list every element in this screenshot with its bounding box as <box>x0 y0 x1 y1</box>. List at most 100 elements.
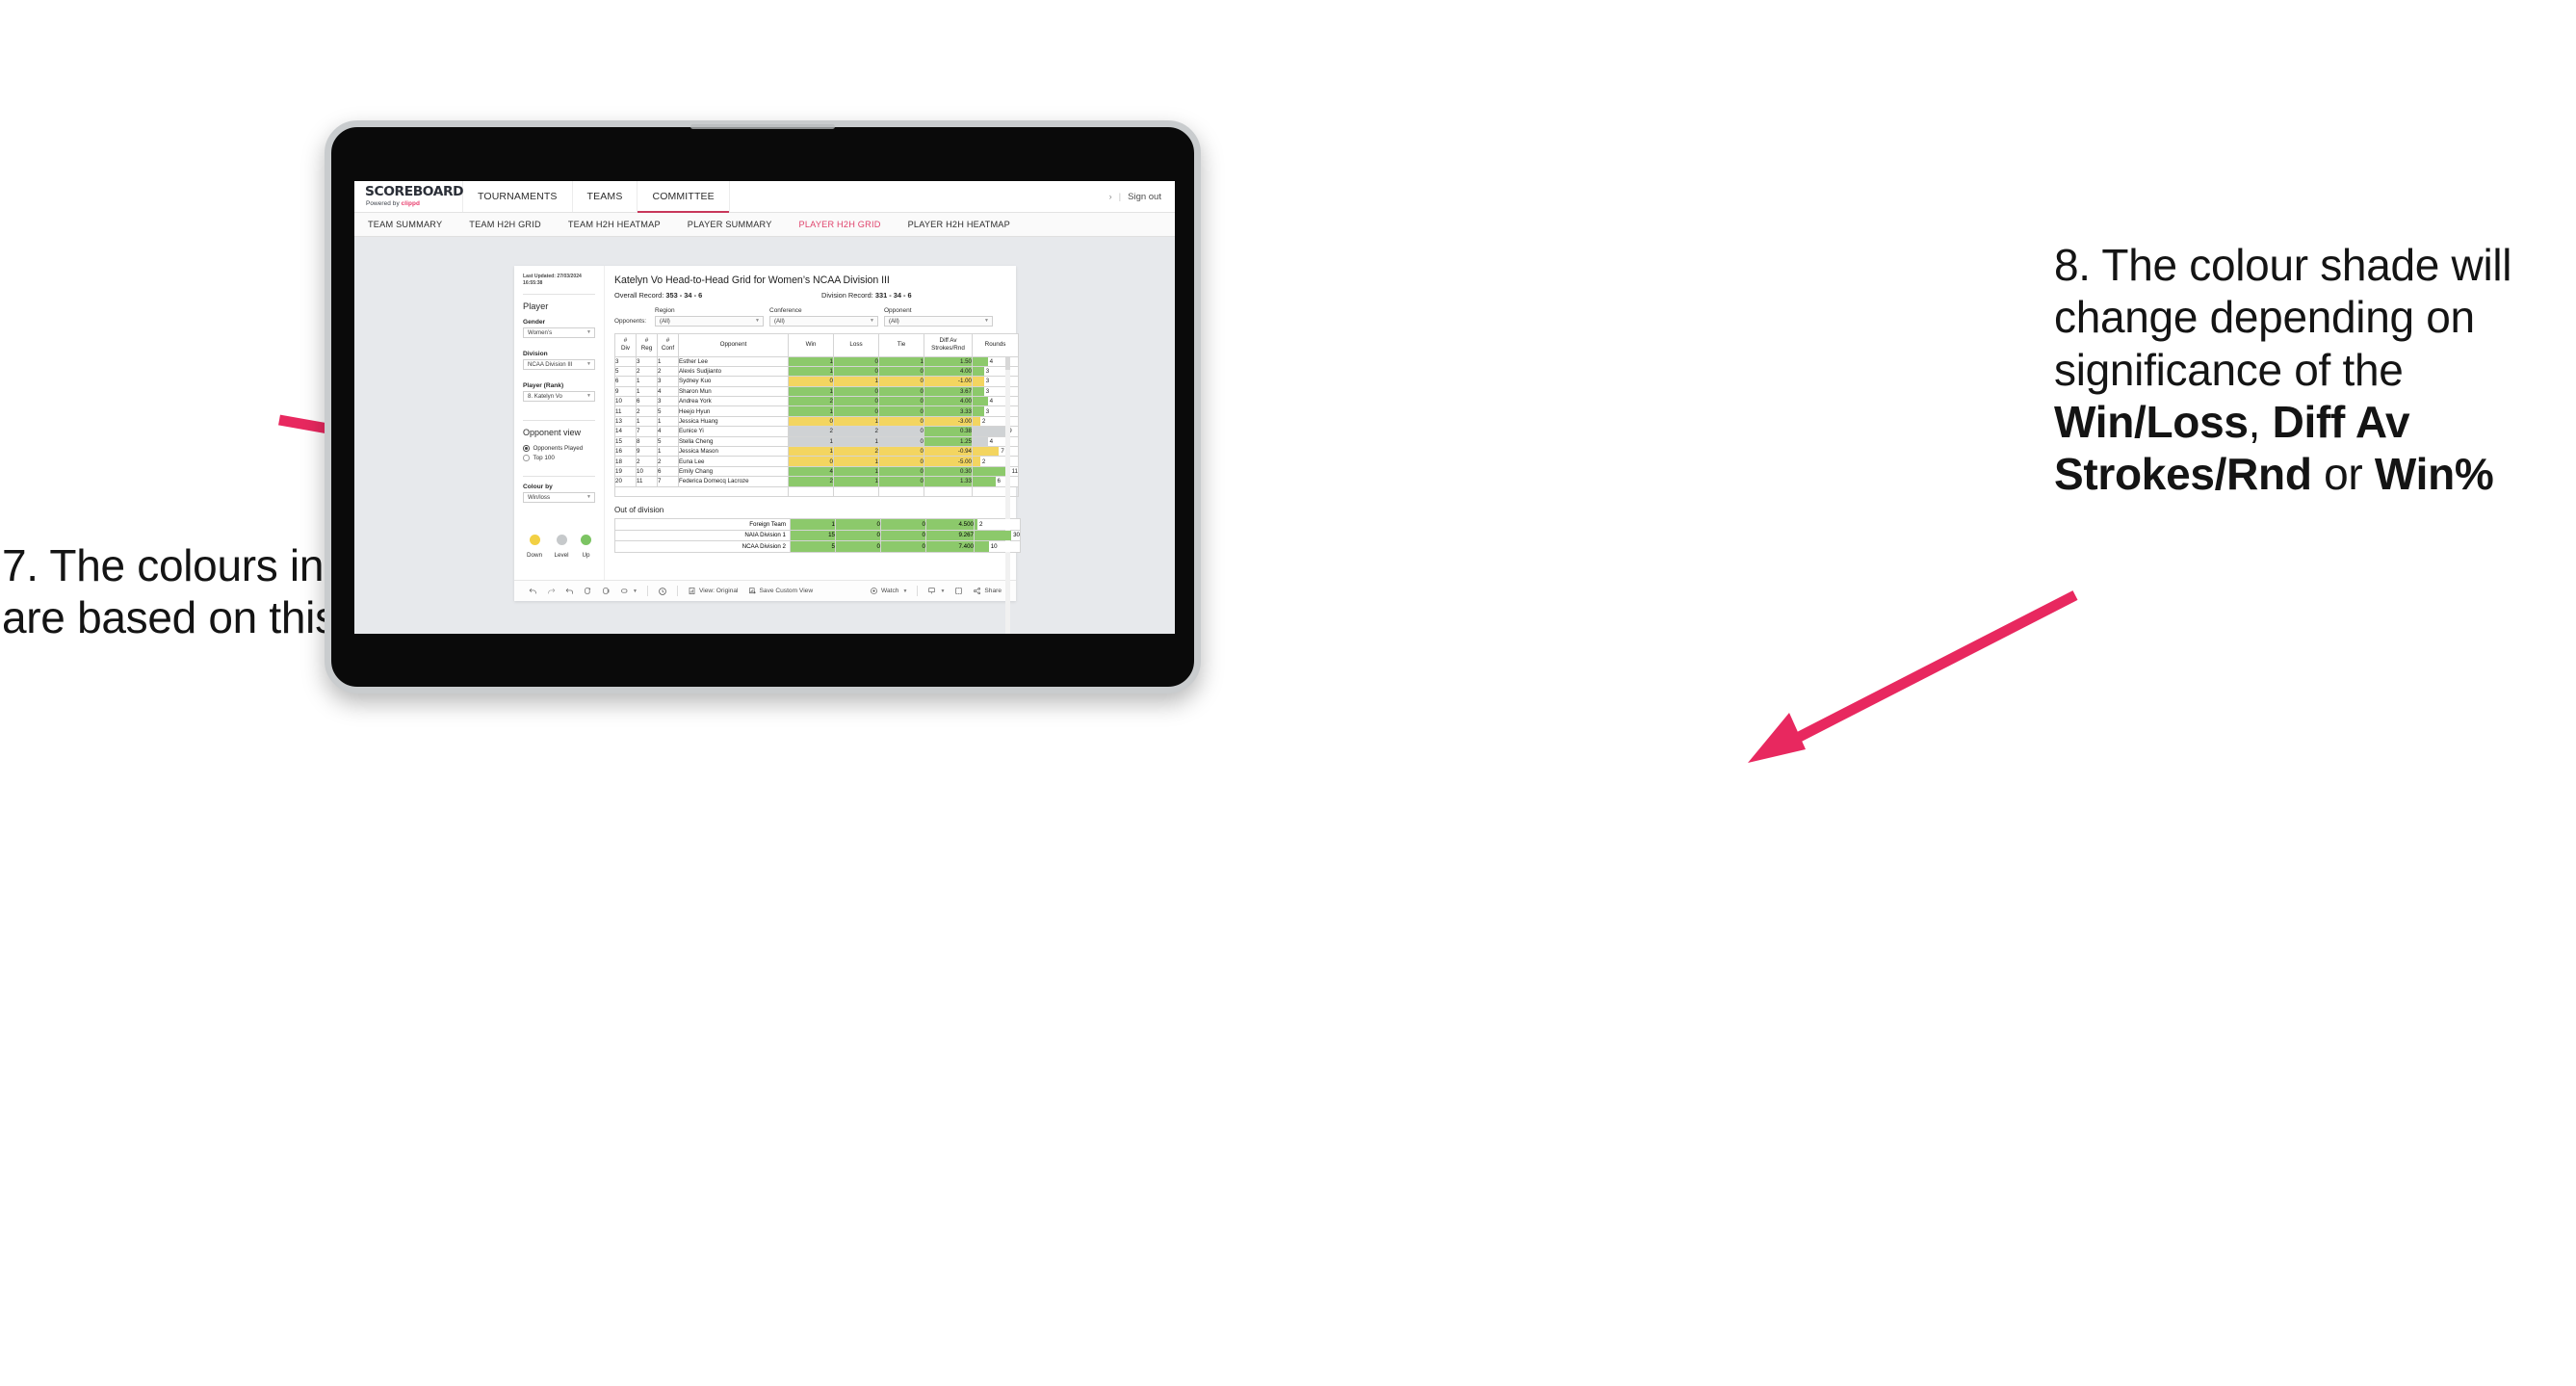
cell-reg: 1 <box>636 376 658 387</box>
watch-button[interactable]: Watch ▼ <box>865 587 912 595</box>
fullscreen-button[interactable] <box>950 587 968 595</box>
col-reg[interactable]: # Reg <box>636 332 658 357</box>
share-button[interactable]: Share <box>968 587 1006 595</box>
table-row[interactable]: 3 3 1 Esther Lee 1 0 1 1.50 4 <box>614 355 1019 367</box>
chevron-down-icon: ▼ <box>586 494 591 501</box>
table-row[interactable]: NAIA Division 1 15 0 0 9.267 30 <box>614 529 1021 542</box>
refresh-button[interactable] <box>579 587 597 595</box>
opponent-filters: Opponents: Region (All) ▼ Conference (Al… <box>614 307 1006 327</box>
col-conf-l2: Conf <box>661 345 675 352</box>
secondary-nav: TEAM SUMMARY TEAM H2H GRID TEAM H2H HEAT… <box>354 213 1175 237</box>
col-conf[interactable]: # Conf <box>657 332 679 357</box>
region-select[interactable]: (All) ▼ <box>655 316 764 327</box>
col-opponent[interactable]: Opponent <box>678 332 789 357</box>
cell-diff: 3.33 <box>924 405 973 417</box>
chevron-down-icon: ▼ <box>984 318 989 325</box>
opponents-label: Opponents: <box>614 318 647 325</box>
table-row[interactable]: NCAA Division 2 5 0 0 7.400 10 <box>614 540 1021 553</box>
cell-loss: 0 <box>833 396 879 407</box>
table-row[interactable]: 19 10 6 Emily Chang 4 1 0 0.30 11 <box>614 465 1019 478</box>
table-row[interactable]: 18 2 2 Euna Lee 0 1 0 -5.00 2 <box>614 456 1019 467</box>
share-label: Share <box>984 588 1002 594</box>
cell-opponent: Heejo Hyun <box>678 405 789 417</box>
col-win[interactable]: Win <box>788 332 834 357</box>
table-row[interactable]: 6 1 3 Sydney Kuo 0 1 0 -1.00 3 <box>614 376 1019 387</box>
cell-win: 1 <box>788 365 834 378</box>
rounds-bar-fill <box>973 457 980 466</box>
nav-committee[interactable]: COMMITTEE <box>637 181 730 213</box>
cell-loss: 1 <box>833 456 879 467</box>
rounds-bar: 3 <box>973 406 1018 416</box>
col-loss[interactable]: Loss <box>833 332 879 357</box>
cell-conf: 1 <box>657 445 679 458</box>
h2h-grid-wrap: # Div # Reg # Conf Opponent Win Loss Tie Di… <box>614 332 1019 634</box>
table-row[interactable]: 9 1 4 Sharon Mun 1 0 0 3.67 3 <box>614 385 1019 398</box>
rounds-bar-fill <box>973 377 984 386</box>
chevron-down-icon: ▼ <box>586 393 591 400</box>
table-row[interactable]: 11 2 5 Heejo Hyun 1 0 0 3.33 3 <box>614 405 1019 417</box>
col-diff-av-strokes[interactable]: Diff Av Strokes/Rnd <box>924 332 973 357</box>
player-rank-select[interactable]: 8. Katelyn Vo ▼ <box>523 390 595 402</box>
cell-opponent: Euna Lee <box>678 456 789 467</box>
col-div[interactable]: # Div <box>614 332 637 357</box>
table-row[interactable]: 20 11 7 Federica Domecq Lacroze 2 1 0 1.33 6 <box>614 476 1019 487</box>
cell-opponent: Federica Domecq Lacroze <box>678 476 789 487</box>
cell-div: 19 <box>614 465 637 478</box>
table-row[interactable]: 10 6 3 Andrea York 2 0 0 4.00 4 <box>614 396 1019 407</box>
redo-button[interactable] <box>542 587 560 595</box>
subnav-team-h2h-grid[interactable]: TEAM H2H GRID <box>469 220 555 229</box>
grid-scrollbar-thumb[interactable] <box>1005 356 1010 370</box>
radio-top-100[interactable]: Top 100 <box>523 455 595 461</box>
brand-logo[interactable]: SCOREBOARD Powered by clippd <box>354 181 464 212</box>
sign-out-link[interactable]: Sign out <box>1128 192 1161 202</box>
device-layout-button[interactable]: ▼ <box>923 587 950 595</box>
cell-diff: 0.30 <box>924 465 973 478</box>
subnav-player-h2h-grid[interactable]: PLAYER H2H GRID <box>799 220 895 229</box>
table-row[interactable]: Foreign Team 1 0 0 4.500 2 <box>614 517 1021 531</box>
division-select[interactable]: NCAA Division III ▼ <box>523 358 595 370</box>
subnav-team-summary[interactable]: TEAM SUMMARY <box>368 220 455 229</box>
grid-scrollbar[interactable] <box>1005 356 1010 634</box>
cell-opponent: Sydney Kuo <box>678 376 789 387</box>
share-icon <box>974 587 981 595</box>
rounds-value: 3 <box>985 368 990 376</box>
pause-button[interactable] <box>597 587 615 595</box>
cell-win: 0 <box>788 456 834 467</box>
table-row[interactable]: 13 1 1 Jessica Huang 0 1 0 -3.00 2 <box>614 415 1019 428</box>
undo-button[interactable] <box>524 587 542 595</box>
revert-button[interactable] <box>560 587 579 595</box>
rounds-bar: 2 <box>973 416 1018 427</box>
cell-tie: 0 <box>878 405 924 417</box>
cell-loss: 0 <box>835 529 881 542</box>
view-original-button[interactable]: View: Original <box>683 587 743 595</box>
cell-reg: 6 <box>636 396 658 407</box>
colour-by-select[interactable]: Win/loss ▼ <box>523 491 595 503</box>
nav-teams[interactable]: TEAMS <box>573 181 638 212</box>
view-icon <box>689 588 695 594</box>
subnav-player-h2h-heatmap[interactable]: PLAYER H2H HEATMAP <box>908 220 1024 229</box>
col-tie[interactable]: Tie <box>878 332 924 357</box>
radio-opponents-played[interactable]: Opponents Played <box>523 445 595 452</box>
col-rounds[interactable]: Rounds <box>972 332 1019 357</box>
chevron-right-icon[interactable]: › <box>1109 192 1112 201</box>
gender-select[interactable]: Women’s ▼ <box>523 327 595 338</box>
chevron-down-icon: ▼ <box>870 318 874 325</box>
colour-by-value: Win/loss <box>528 493 551 501</box>
nav-tournaments[interactable]: TOURNAMENTS <box>463 181 573 212</box>
table-row[interactable]: 15 8 5 Stella Cheng 1 1 0 1.25 4 <box>614 435 1019 448</box>
save-custom-view-button[interactable]: Save Custom View <box>743 587 819 595</box>
subnav-team-h2h-heatmap[interactable]: TEAM H2H HEATMAP <box>568 220 674 229</box>
table-row[interactable]: 16 9 1 Jessica Mason 1 2 0 -0.94 7 <box>614 445 1019 458</box>
subnav-player-summary[interactable]: PLAYER SUMMARY <box>688 220 786 229</box>
gender-value: Women’s <box>528 328 553 336</box>
pause-auto-update-button[interactable] <box>653 587 672 596</box>
rounds-bar-fill <box>975 530 1012 541</box>
cell-group-name: NCAA Division 2 <box>614 540 791 553</box>
conference-select[interactable]: (All) ▼ <box>769 316 878 327</box>
table-row[interactable]: 1474Eunice Yi2200.389 <box>614 426 1019 437</box>
viz-main: Katelyn Vo Head-to-Head Grid for Women’s… <box>605 266 1021 634</box>
shape-dropdown[interactable]: ▼ <box>615 587 642 595</box>
table-row[interactable]: 5 2 2 Alexis Sudjianto 1 0 0 4.00 3 <box>614 365 1019 378</box>
chevron-down-icon: ▼ <box>633 588 637 594</box>
opponent-select[interactable]: (All) ▼ <box>884 316 993 327</box>
